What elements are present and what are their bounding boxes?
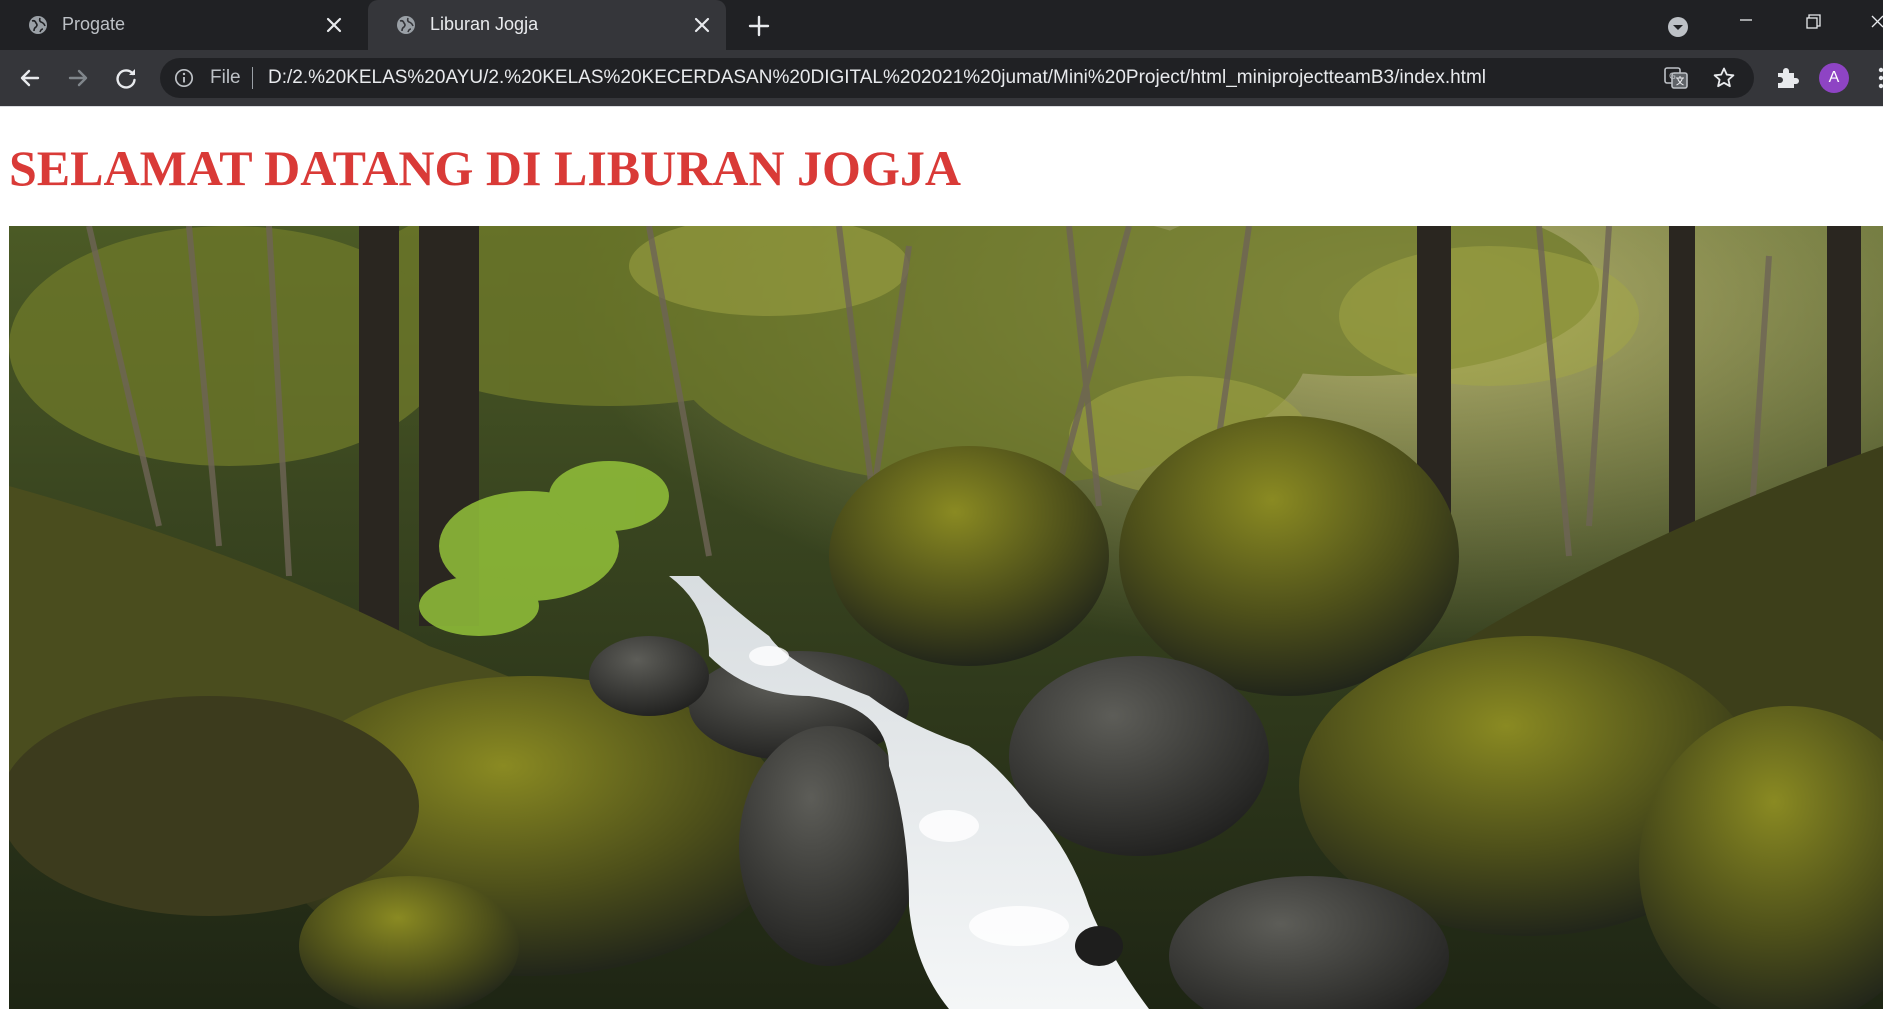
- page-title: SELAMAT DATANG DI LIBURAN JOGJA: [9, 140, 961, 196]
- close-icon[interactable]: [322, 13, 346, 37]
- globe-icon: [29, 16, 47, 34]
- tab-title: Liburan Jogja: [430, 14, 539, 34]
- plus-icon[interactable]: [746, 13, 772, 39]
- browser-toolbar: File D:/2.%20KELAS%20AYU/2.%20KELAS%20KE…: [0, 50, 1883, 106]
- page-viewport: SELAMAT DATANG DI LIBURAN JOGJA: [0, 106, 1883, 1009]
- puzzle-icon[interactable]: [1774, 64, 1800, 90]
- info-icon[interactable]: [174, 68, 194, 88]
- translate-icon[interactable]: G: [1664, 67, 1688, 89]
- minimize-icon[interactable]: [1716, 0, 1776, 44]
- star-icon[interactable]: [1712, 66, 1736, 90]
- profile-avatar[interactable]: A: [1819, 63, 1849, 93]
- tab-search-icon[interactable]: [1666, 15, 1690, 39]
- restore-icon[interactable]: [1782, 0, 1842, 44]
- kebab-menu-icon[interactable]: [1872, 64, 1883, 92]
- globe-icon: [397, 16, 415, 34]
- address-bar[interactable]: File D:/2.%20KELAS%20AYU/2.%20KELAS%20KE…: [160, 58, 1754, 98]
- close-icon[interactable]: [690, 13, 714, 37]
- tab-liburan-jogja[interactable]: Liburan Jogja: [368, 0, 726, 50]
- window-close-icon[interactable]: [1848, 0, 1883, 44]
- reload-icon[interactable]: [112, 64, 140, 92]
- url-text[interactable]: D:/2.%20KELAS%20AYU/2.%20KELAS%20KECERDA…: [268, 67, 1486, 89]
- scheme-label: File: [210, 67, 241, 88]
- omnibox-divider: [252, 67, 253, 89]
- avatar-initial: A: [1828, 69, 1840, 86]
- forest-stream-image: [9, 226, 1883, 1009]
- hero-image: [9, 226, 1883, 1009]
- svg-text:G: G: [1669, 72, 1676, 82]
- tab-title: Progate: [62, 14, 126, 34]
- arrow-right-icon[interactable]: [64, 64, 92, 92]
- tab-progate[interactable]: Progate: [0, 0, 358, 50]
- arrow-left-icon[interactable]: [16, 64, 44, 92]
- tab-strip: Progate Liburan Jogja: [0, 0, 1883, 50]
